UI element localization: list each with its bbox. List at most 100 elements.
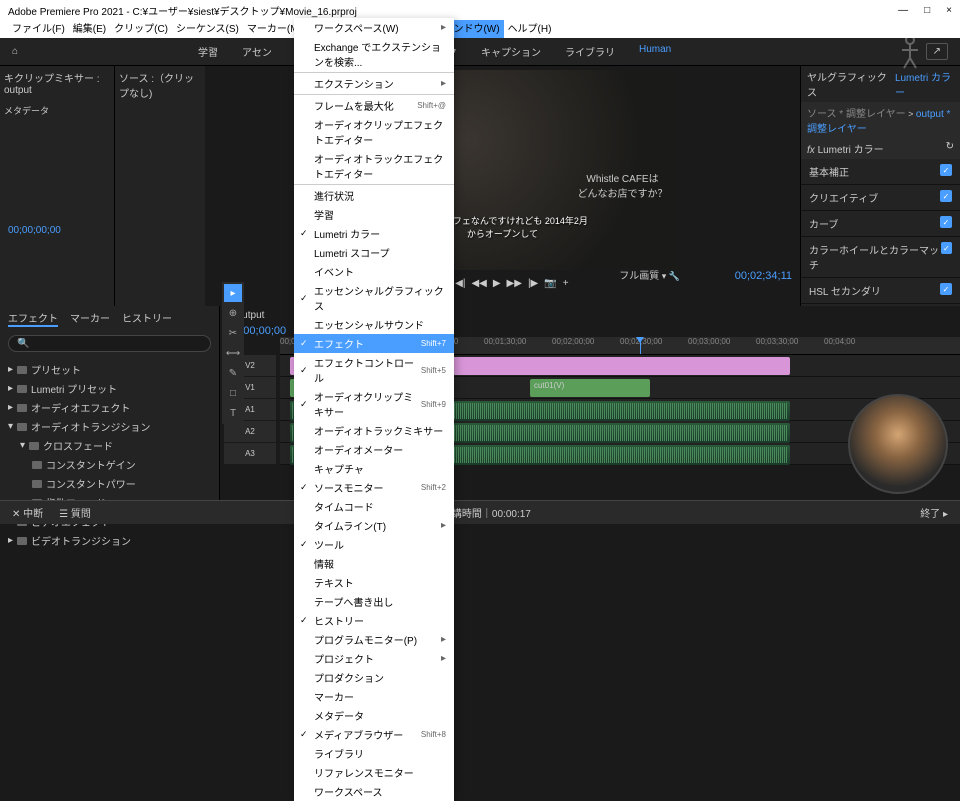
rewind-icon[interactable]: ◀◀ <box>471 278 486 289</box>
tab-metadata[interactable]: メタデータ <box>0 100 114 121</box>
menu-item-18[interactable]: ✓オーディオクリップミキサーShift+9 <box>294 387 454 421</box>
lumetri-section-4[interactable]: HSL セカンダリ✓ <box>801 278 960 304</box>
abort-button[interactable]: ✕ 中断 <box>12 505 43 520</box>
tree-item-2[interactable]: ▸オーディオエフェクト <box>8 398 211 417</box>
menu-item-33[interactable]: マーカー <box>294 687 454 706</box>
forward-icon[interactable]: ▶▶ <box>507 278 522 289</box>
menu-item-6[interactable]: オーディオクリップエフェクトエディター <box>294 115 454 149</box>
track-label[interactable]: A2 <box>224 421 276 442</box>
checkbox-icon[interactable]: ✓ <box>940 190 952 202</box>
clip[interactable]: cut01(V) <box>530 379 650 397</box>
menu-item-0[interactable]: ワークスペース(W)▸ <box>294 18 454 37</box>
tab-history[interactable]: ヒストリー <box>122 310 172 327</box>
menu-item-13[interactable]: イベント <box>294 262 454 281</box>
question-button[interactable]: ☰ 質問 <box>59 505 91 520</box>
step-back-icon[interactable]: ◀| <box>455 278 465 289</box>
menu-item-23[interactable]: タイムコード <box>294 497 454 516</box>
menu-item-27[interactable]: テキスト <box>294 573 454 592</box>
play-icon[interactable]: ▶ <box>493 278 501 289</box>
playhead[interactable] <box>640 337 641 354</box>
workspace-tab-8[interactable]: Human <box>639 44 671 59</box>
menu-item-1[interactable]: Exchange でエクステンションを検索... <box>294 37 454 71</box>
menu-item-17[interactable]: ✓エフェクトコントロールShift+5 <box>294 353 454 387</box>
lumetri-reset-icon[interactable]: ↻ <box>946 141 954 156</box>
tab-clip-mixer[interactable]: キクリップミキサー : output <box>4 70 110 96</box>
menu-item-34[interactable]: メタデータ <box>294 706 454 725</box>
menu-item-9[interactable]: 進行状況 <box>294 186 454 205</box>
plus-icon[interactable]: + <box>563 278 569 289</box>
source-tab[interactable]: ソース :（クリップなし) <box>119 74 194 100</box>
menu-item-28[interactable]: テープへ書き出し <box>294 592 454 611</box>
menu-item-14[interactable]: ✓エッセンシャルグラフィックス <box>294 281 454 315</box>
menu-item-22[interactable]: ✓ソースモニターShift+2 <box>294 478 454 497</box>
menu-8[interactable]: ヘルプ(H) <box>504 20 556 38</box>
menu-item-24[interactable]: タイムライン(T)▸ <box>294 516 454 535</box>
workspace-tab-0[interactable]: 学習 <box>198 44 218 59</box>
menu-item-38[interactable]: ワークスペース <box>294 782 454 801</box>
menu-0[interactable]: ファイル(F) <box>8 20 69 38</box>
menu-item-12[interactable]: Lumetri スコープ <box>294 243 454 262</box>
menu-item-20[interactable]: オーディオメーター <box>294 440 454 459</box>
effects-search[interactable] <box>8 335 211 352</box>
menu-item-3[interactable]: エクステンション▸ <box>294 74 454 93</box>
tree-item-3[interactable]: ▾オーディオトランジション <box>8 417 211 436</box>
export-frame-icon[interactable]: 📷 <box>544 278 556 289</box>
menu-item-21[interactable]: キャプチャ <box>294 459 454 478</box>
menu-item-7[interactable]: オーディオトラックエフェクトエディター <box>294 149 454 183</box>
menu-item-32[interactable]: プロダクション <box>294 668 454 687</box>
menu-item-16[interactable]: ✓エフェクトShift+7 <box>294 334 454 353</box>
menu-2[interactable]: クリップ(C) <box>110 20 172 38</box>
tab-essential-graphics[interactable]: ヤルグラフィックス <box>807 69 887 99</box>
menu-item-35[interactable]: ✓メディアブラウザーShift+8 <box>294 725 454 744</box>
window-minimize[interactable]: — <box>898 5 908 16</box>
end-button[interactable]: 終了 ▸ <box>920 505 948 520</box>
window-close[interactable]: × <box>946 5 952 16</box>
tool-4[interactable]: ✎ <box>224 364 242 382</box>
preview-quality[interactable]: フル画質 ▾ 🔧 <box>619 267 680 282</box>
workspace-tab-7[interactable]: ライブラリ <box>565 44 615 59</box>
menu-item-5[interactable]: フレームを最大化Shift+@ <box>294 96 454 115</box>
tool-2[interactable]: ✂ <box>224 324 242 342</box>
tree-item-6[interactable]: コンスタントパワー <box>8 474 211 493</box>
lumetri-section-0[interactable]: 基本補正✓ <box>801 159 960 185</box>
tool-3[interactable]: ⟷ <box>224 344 242 362</box>
lumetri-section-1[interactable]: クリエイティブ✓ <box>801 185 960 211</box>
track-label[interactable]: A3 <box>224 443 276 464</box>
lumetri-section-3[interactable]: カラーホイールとカラーマッチ✓ <box>801 237 960 278</box>
tab-lumetri[interactable]: Lumetri カラー <box>895 69 954 99</box>
tool-0[interactable]: ▸ <box>224 284 242 302</box>
menu-3[interactable]: シーケンス(S) <box>172 20 243 38</box>
menu-1[interactable]: 編集(E) <box>69 20 110 38</box>
tree-item-1[interactable]: ▸Lumetri プリセット <box>8 379 211 398</box>
window-maximize[interactable]: □ <box>924 5 930 16</box>
tree-item-4[interactable]: ▾クロスフェード <box>8 436 211 455</box>
workspace-tab-1[interactable]: アセン <box>242 44 272 59</box>
menu-item-37[interactable]: リファレンスモニター <box>294 763 454 782</box>
step-fwd-icon[interactable]: |▶ <box>528 278 538 289</box>
checkbox-icon[interactable]: ✓ <box>940 164 952 176</box>
menu-item-25[interactable]: ✓ツール <box>294 535 454 554</box>
tab-markers[interactable]: マーカー <box>70 310 110 327</box>
tab-effects[interactable]: エフェクト <box>8 310 58 327</box>
workspace-tab-6[interactable]: キャプション <box>481 44 541 59</box>
tool-6[interactable]: T <box>224 404 242 422</box>
tree-item-5[interactable]: コンスタントゲイン <box>8 455 211 474</box>
menu-item-11[interactable]: ✓Lumetri カラー <box>294 224 454 243</box>
menu-item-36[interactable]: ライブラリ <box>294 744 454 763</box>
menu-item-15[interactable]: エッセンシャルサウンド <box>294 315 454 334</box>
tool-1[interactable]: ⊕ <box>224 304 242 322</box>
menu-item-26[interactable]: 情報 <box>294 554 454 573</box>
tree-item-9[interactable]: ▸ビデオトランジション <box>8 531 211 550</box>
menu-item-19[interactable]: オーディオトラックミキサー <box>294 421 454 440</box>
menu-item-30[interactable]: プログラムモニター(P)▸ <box>294 630 454 649</box>
checkbox-icon[interactable]: ✓ <box>941 242 952 254</box>
checkbox-icon[interactable]: ✓ <box>940 283 952 295</box>
lumetri-section-2[interactable]: カーブ✓ <box>801 211 960 237</box>
menu-item-31[interactable]: プロジェクト▸ <box>294 649 454 668</box>
home-icon[interactable]: ⌂ <box>12 46 18 57</box>
checkbox-icon[interactable]: ✓ <box>940 216 952 228</box>
menu-item-10[interactable]: 学習 <box>294 205 454 224</box>
tree-item-0[interactable]: ▸プリセット <box>8 360 211 379</box>
menu-item-29[interactable]: ✓ヒストリー <box>294 611 454 630</box>
tool-5[interactable]: □ <box>224 384 242 402</box>
